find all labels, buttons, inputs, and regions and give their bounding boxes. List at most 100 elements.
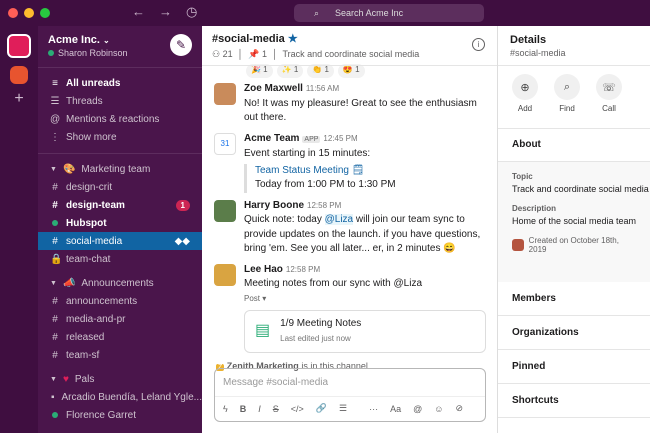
sidebar-item-label: media-and-pr [66,313,126,325]
sidebar-item-team-chat[interactable]: 🔒 team-chat [38,250,202,268]
sidebar-item-design-team[interactable]: # design-team 1 [38,196,202,214]
avatar[interactable] [214,263,236,286]
shortcuts-row[interactable]: Shortcuts [498,384,650,418]
minimize-window-button[interactable] [24,8,34,18]
message-author[interactable]: Acme Team [244,133,299,144]
message-composer[interactable]: Message #social-media ϟ B I S </> 🔗 ☰ ··… [214,368,486,422]
topic-label: Topic [512,172,533,181]
calendar-app-icon[interactable]: 31 [214,132,236,155]
more-horizontal-icon[interactable]: ··· [369,404,378,414]
message-author[interactable]: Lee Hao [244,264,283,275]
strikethrough-icon[interactable]: S [273,404,279,414]
organizations-row[interactable]: Organizations [498,316,650,350]
event-title-link[interactable]: Team Status Meeting 🗒 [255,164,487,179]
members-row[interactable]: Members [498,282,650,316]
sidebar-item-threads[interactable]: ☰ Threads [38,92,202,110]
topic-value[interactable]: Track and coordinate social media [512,184,649,194]
details-title: Details [510,34,547,46]
details-subtitle: #social-media [510,48,566,58]
description-value[interactable]: Home of the social media team [512,216,636,226]
channel-name[interactable]: #social-media [212,33,285,45]
text-format-icon[interactable]: Aa [390,404,401,414]
italic-icon[interactable]: I [258,404,261,414]
reaction-pill[interactable]: 😍 1 [337,64,365,78]
emoji-icon[interactable]: ☺ [434,404,443,414]
message-input[interactable]: Message #social-media [215,369,485,397]
action-label: Add [517,104,533,113]
sidebar-item-mentions[interactable]: @ Mentions & reactions [38,110,202,128]
attachment-icon[interactable]: ⊘ [455,403,463,414]
add-workspace-icon[interactable]: + [0,90,38,108]
sidebar-item-show-more[interactable]: ⋮ Show more [38,128,202,146]
message-time[interactable]: 11:56 AM [306,84,339,93]
reaction-pill[interactable]: 🎉 1 [246,64,273,78]
reaction-pill[interactable]: 👏 1 [307,64,334,78]
section-announcements[interactable]: ▼ 📣 Announcements [38,274,202,292]
workspace-header[interactable]: Acme Inc. ⌄ Sharon Robinson ✎ [38,26,202,68]
star-icon[interactable]: ★ [288,33,298,45]
sidebar-item-design-crit[interactable]: # design-crit [38,178,202,196]
pin-icon[interactable]: 📌 [248,49,259,59]
message-time[interactable]: 12:58 PM [307,201,341,210]
megaphone-icon: 📣 [62,277,76,289]
message-time[interactable]: 12:58 PM [286,265,320,274]
section-label: Marketing team [81,163,151,175]
close-window-button[interactable] [8,8,18,18]
forward-arrow-icon[interactable]: → [159,4,172,20]
list-icon[interactable]: ☰ [339,403,347,414]
call-button[interactable]: ☏ Call [596,74,622,120]
created-info: Created on October 18th, 2019 [512,236,636,254]
sidebar-item-hubspot[interactable]: Hubspot [38,214,202,232]
message-author[interactable]: Zoe Maxwell [244,83,303,94]
sidebar-item-label: Mentions & reactions [66,113,160,125]
section-pals[interactable]: ▼ ♥ Pals [38,370,202,388]
creator-avatar[interactable] [512,239,524,251]
post-label[interactable]: Post ▾ [244,292,487,307]
post-attachment-card[interactable]: ▤ 1/9 Meeting Notes Last edited just now [244,310,486,353]
sidebar-item-announcements[interactable]: # announcements [38,292,202,310]
message: Zoe Maxwell 11:56 AM No! It was my pleasu… [202,78,497,128]
pinned-row[interactable]: Pinned [498,350,650,384]
pin-count[interactable]: 1 [262,49,267,59]
sidebar-item-team-sf[interactable]: # team-sf [38,346,202,364]
workspace-switch-other[interactable] [10,66,28,84]
message-text: Quick note: today @Liza will join our te… [244,213,487,257]
lightning-icon[interactable]: ϟ [223,404,228,414]
sidebar-item-social-media[interactable]: # social-media ◆◆ [38,232,202,250]
sidebar: Acme Inc. ⌄ Sharon Robinson ✎ ≡ All unrea… [38,26,202,433]
avatar[interactable] [214,83,236,105]
section-marketing-team[interactable]: ▼ 🎨 Marketing team [38,160,202,178]
about-section-header[interactable]: About [498,129,650,162]
sidebar-item-all-unreads[interactable]: ≡ All unreads [38,74,202,92]
sidebar-item-florence-garret[interactable]: Florence Garret [38,406,202,424]
search-input[interactable]: ⌕ Search Acme Inc [294,4,484,22]
info-icon[interactable]: i [472,38,485,51]
compose-button[interactable]: ✎ [170,34,192,56]
back-arrow-icon[interactable]: ← [132,4,145,20]
at-icon[interactable]: @ [413,404,422,414]
user-mention[interactable]: @Liza [324,214,354,225]
code-icon[interactable]: </> [291,404,304,414]
sidebar-item-group-dm[interactable]: ▪ Arcadio Buendía, Leland Ygle... [38,388,202,406]
message-time[interactable]: 12:45 PM [323,134,357,143]
message-author[interactable]: Harry Boone [244,200,304,211]
reaction-pill[interactable]: ✨ 1 [276,64,304,78]
caret-down-icon: ▼ [50,375,57,383]
maximize-window-button[interactable] [40,8,50,18]
bold-icon[interactable]: B [240,404,247,414]
channel-topic: Track and coordinate social media [282,49,420,59]
event-time: Today from 1:00 PM to 1:30 PM [255,179,396,190]
history-icon[interactable]: ◷ [186,4,197,20]
members-icon[interactable]: ⚇ [212,49,220,59]
sidebar-item-released[interactable]: # released [38,328,202,346]
find-button[interactable]: ⌕ Find [554,74,580,120]
link-icon[interactable]: 🔗 [316,403,327,414]
workspace-switch-acme[interactable] [7,34,31,58]
created-text: Created on October 18th, 2019 [528,236,619,254]
sidebar-item-media-and-pr[interactable]: # media-and-pr [38,310,202,328]
member-count[interactable]: 21 [223,49,233,59]
add-button[interactable]: ⊕ Add [512,74,538,120]
heart-icon: ♥ [62,373,69,385]
threads-icon: ☰ [50,95,60,107]
avatar[interactable] [214,199,236,222]
